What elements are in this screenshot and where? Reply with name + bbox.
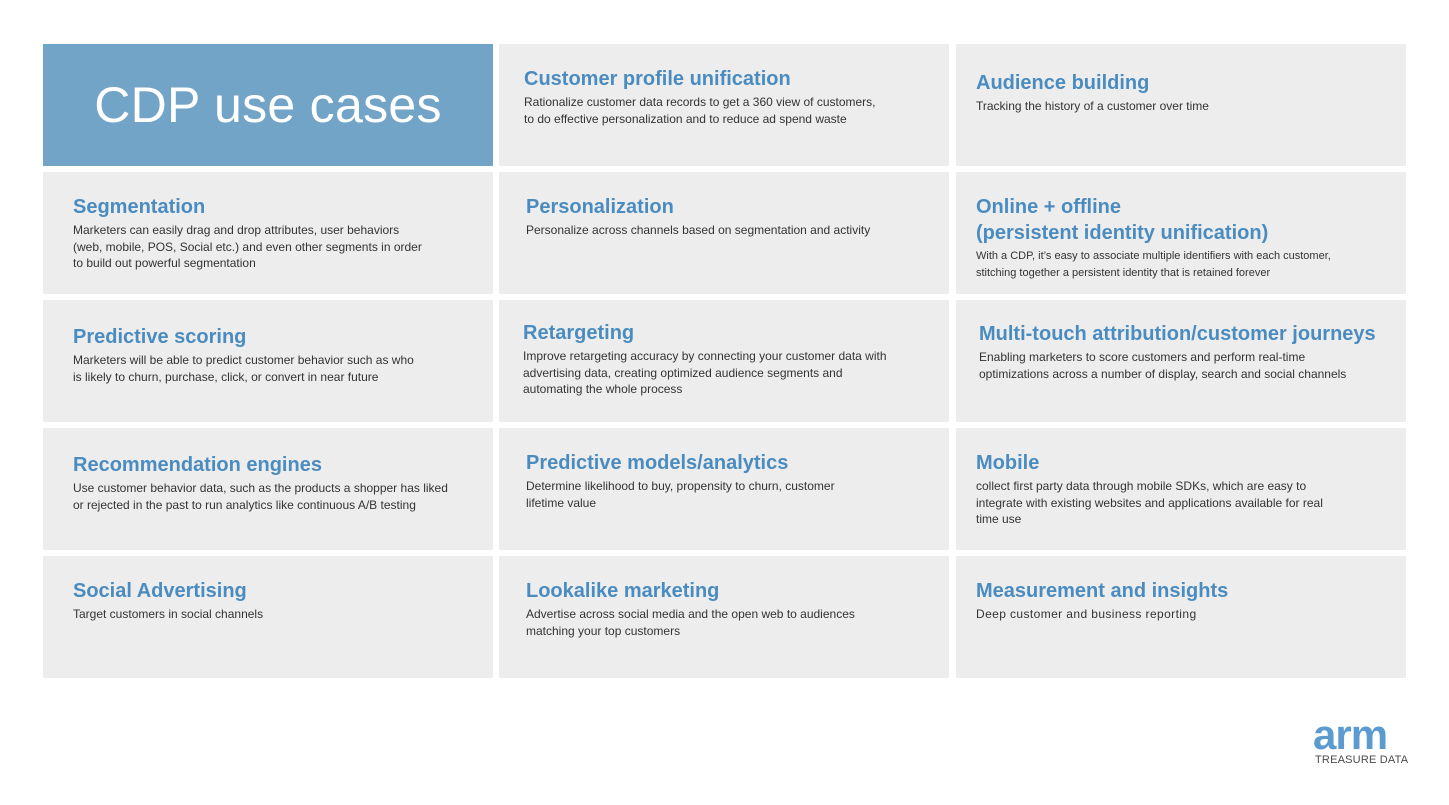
card-online-offline: Online + offline (persistent identity un… [956, 172, 1406, 294]
card-retargeting: Retargeting Improve retargeting accuracy… [499, 300, 949, 422]
use-case-grid: CDP use cases Customer profile unificati… [43, 44, 1406, 678]
card-body: Improve retargeting accuracy by connecti… [523, 349, 887, 396]
card-heading: Predictive models/analytics [526, 452, 789, 474]
card-body: Rationalize customer data records to get… [524, 95, 876, 126]
card-segmentation: Segmentation Marketers can easily drag a… [43, 172, 493, 294]
card-body: collect first party data through mobile … [976, 479, 1323, 526]
card-social-advertising: Social Advertising Target customers in s… [43, 556, 493, 678]
card-heading: Multi-touch attribution/customer journey… [979, 323, 1376, 345]
card-recommendation-engines: Recommendation engines Use customer beha… [43, 428, 493, 550]
card-body: With a CDP, it’s easy to associate multi… [976, 250, 1331, 279]
card-body: Personalize across channels based on seg… [526, 223, 871, 237]
title-panel: CDP use cases [43, 44, 493, 166]
card-heading: Retargeting [523, 322, 635, 344]
page-title: CDP use cases [94, 77, 442, 133]
card-measurement-insights: Measurement and insights Deep customer a… [956, 556, 1406, 678]
card-body: Tracking the history of a customer over … [976, 99, 1209, 113]
card-heading: Mobile [976, 452, 1040, 474]
card-heading: Measurement and insights [976, 580, 1229, 602]
card-mobile: Mobile collect first party data through … [956, 428, 1406, 550]
logo-wordmark: arm [1313, 718, 1387, 754]
card-body: Enabling marketers to score customers an… [979, 350, 1347, 381]
card-predictive-scoring: Predictive scoring Marketers will be abl… [43, 300, 493, 422]
card-multi-touch-attribution: Multi-touch attribution/customer journey… [956, 300, 1406, 422]
card-predictive-models: Predictive models/analytics Determine li… [499, 428, 949, 550]
card-body: Determine likelihood to buy, propensity … [526, 479, 835, 510]
card-body: Marketers can easily drag and drop attri… [73, 223, 422, 270]
card-heading: Audience building [976, 72, 1150, 94]
card-heading: Social Advertising [73, 580, 247, 602]
card-lookalike-marketing: Lookalike marketing Advertise across soc… [499, 556, 949, 678]
card-heading: Predictive scoring [73, 326, 247, 348]
arm-treasure-data-logo: arm TREASURE DATA [1313, 718, 1411, 770]
card-heading: Recommendation engines [73, 454, 322, 476]
card-personalization: Personalization Personalize across chann… [499, 172, 949, 294]
card-body: Target customers in social channels [73, 607, 264, 621]
card-body: Use customer behavior data, such as the … [73, 481, 448, 512]
card-body: Deep customer and business reporting [976, 607, 1197, 621]
card-heading: Customer profile unification [524, 68, 791, 90]
card-audience-building: Audience building Tracking the history o… [956, 44, 1406, 166]
arm-logo-icon: arm [1313, 718, 1388, 754]
card-body: Marketers will be able to predict custom… [73, 353, 414, 384]
logo-subtitle: TREASURE DATA [1315, 754, 1409, 766]
card-heading: Personalization [526, 196, 674, 218]
card-customer-profile-unification: Customer profile unification Rationalize… [499, 44, 949, 166]
card-body: Advertise across social media and the op… [526, 607, 855, 638]
card-heading: Lookalike marketing [526, 580, 720, 602]
card-heading: Segmentation [73, 196, 206, 218]
card-heading: Online + offline (persistent identity un… [976, 196, 1269, 244]
